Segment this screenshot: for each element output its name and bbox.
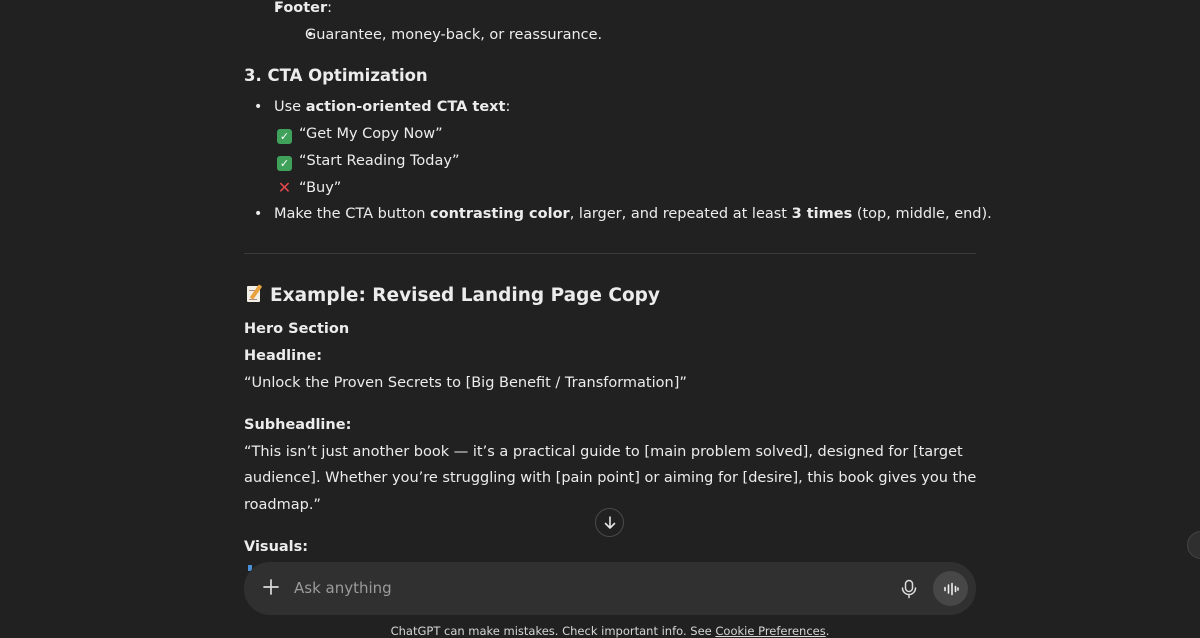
example-heading: Example: Revised Landing Page Copy (246, 284, 660, 306)
memo-icon (246, 284, 263, 304)
voice-mode-button[interactable] (933, 571, 968, 606)
subheadline-text: “This isn’t just another book — it’s a p… (244, 444, 963, 460)
cta-example-item: ✓ “Start Reading Today” (277, 153, 459, 171)
list-bullet: • (254, 206, 263, 222)
divider (244, 253, 976, 254)
cta-example-item: ✕ “Buy” (277, 178, 342, 197)
side-panel-button[interactable] (1187, 531, 1200, 559)
composer: Ask anything (244, 562, 976, 615)
waveform-icon (943, 582, 959, 595)
visuals-label: Visuals: (244, 539, 309, 555)
footer-subitem: Guarantee, money-back, or reassurance. (305, 27, 603, 43)
footer-label: Footer (274, 0, 328, 16)
cta-text-item: Use action-oriented CTA text: (274, 99, 511, 115)
arrow-down-icon (604, 515, 615, 529)
plus-icon[interactable] (261, 577, 281, 597)
prompt-input[interactable]: Ask anything (294, 579, 392, 597)
footer-item: Footer: (274, 0, 333, 16)
list-bullet: • (254, 99, 263, 115)
subheadline-label: Subheadline: (244, 417, 352, 433)
microphone-icon[interactable] (900, 579, 918, 599)
hero-section-label: Hero Section (244, 321, 350, 337)
subheadline-text: audience]. Whether you’re struggling wit… (244, 470, 977, 486)
cta-button-item: Make the CTA button contrasting color, l… (274, 206, 992, 222)
subheadline-text: roadmap.” (244, 497, 321, 513)
disclaimer: ChatGPT can make mistakes. Check importa… (390, 624, 830, 638)
check-mark-icon: ✓ (277, 156, 292, 171)
cross-mark-icon: ✕ (277, 178, 292, 197)
scroll-to-bottom-button[interactable] (595, 508, 624, 537)
cta-example-item: ✓ “Get My Copy Now” (277, 126, 443, 144)
section-heading-cta: 3. CTA Optimization (244, 66, 428, 85)
check-mark-icon: ✓ (277, 129, 292, 144)
cookie-preferences-link[interactable]: Cookie Preferences (715, 624, 825, 638)
headline-text: “Unlock the Proven Secrets to [Big Benef… (244, 375, 687, 391)
headline-label: Headline: (244, 348, 323, 364)
